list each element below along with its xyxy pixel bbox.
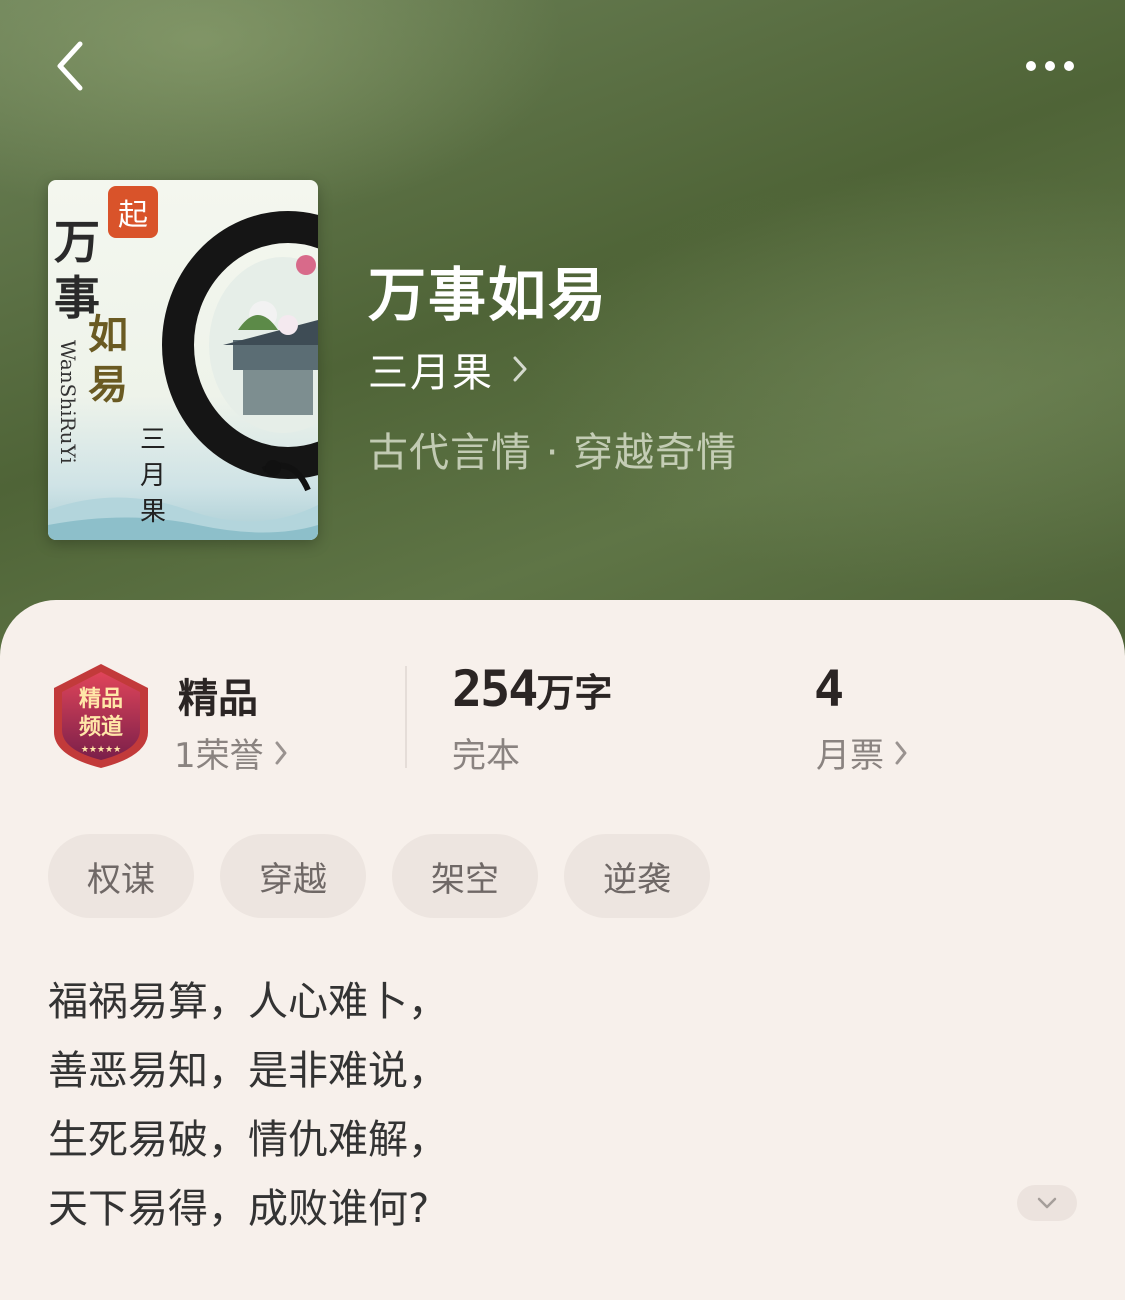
back-button[interactable] (40, 36, 100, 96)
monthly-ticket-link[interactable]: 月票 (816, 728, 908, 777)
author-name: 三月果 (368, 350, 494, 396)
more-dot (1064, 61, 1074, 71)
cover-sub-char: 如 (88, 311, 128, 358)
book-genre: 古代言情 · 穿越奇情 (368, 430, 738, 476)
cover-author: 三 月 果 (140, 422, 180, 530)
cover-author-char: 果 (140, 497, 167, 527)
cover-title-char: 万 (54, 215, 100, 269)
more-horizontal-icon (1026, 61, 1036, 71)
premium-channel-badge-icon[interactable]: 精品 频道 ★★★★★ (48, 660, 154, 770)
honor-count: 1荣誉 (174, 736, 264, 776)
tag-list: 权谋 穿越 架空 逆袭 (48, 834, 710, 918)
cover-author-char: 月 (140, 461, 167, 491)
synopsis-line: 善恶易知，是非难说， (48, 1048, 448, 1094)
chevron-right-icon (513, 356, 527, 382)
honor-label: 精品 (178, 676, 258, 722)
completion-status: 完本 (452, 728, 520, 777)
book-cover[interactable]: 起 万 事 如 易 WanShiRuYi 三 月 果 (48, 180, 318, 540)
word-count-number: 254 (452, 660, 538, 718)
chevron-down-icon (1037, 1197, 1057, 1209)
word-count-unit: 万字 (536, 671, 613, 715)
monthly-ticket-label: 月票 (816, 736, 884, 776)
cover-author-char: 三 (140, 425, 167, 455)
chevron-right-icon (895, 741, 907, 764)
more-options-button[interactable] (1015, 40, 1085, 92)
tag-chip[interactable]: 架空 (392, 834, 538, 918)
tag-chip[interactable]: 逆袭 (564, 834, 710, 918)
word-count: 254万字 (452, 660, 612, 718)
svg-text:精品: 精品 (79, 686, 123, 712)
chevron-left-icon (57, 41, 83, 91)
synopsis-line: 福祸易算，人心难卜， (48, 979, 448, 1025)
synopsis-line: 天下易得，成败谁何? (48, 1186, 430, 1232)
cover-pinyin: WanShiRuYi (56, 340, 80, 464)
synopsis-line: 生死易破，情仇难解， (48, 1117, 448, 1163)
tag-chip[interactable]: 穿越 (220, 834, 366, 918)
book-synopsis: 福祸易算，人心难卜， 善恶易知，是非难说， 生死易破，情仇难解， 天下易得，成败… (48, 968, 1008, 1244)
status-label: 完本 (452, 736, 520, 776)
author-link[interactable]: 三月果 (368, 340, 528, 398)
monthly-ticket-count: 4 (814, 660, 844, 718)
chevron-right-icon (275, 741, 287, 764)
svg-text:★★★★★: ★★★★★ (81, 745, 121, 755)
expand-synopsis-button[interactable] (1017, 1185, 1077, 1221)
cover-sub-char: 易 (88, 361, 128, 408)
stats-divider (405, 666, 407, 768)
cover-subtitle: 如 易 (88, 310, 138, 410)
honor-link[interactable]: 1荣誉 (174, 728, 288, 777)
svg-text:频道: 频道 (79, 714, 123, 740)
more-dot (1045, 61, 1055, 71)
cover-badge: 起 (108, 186, 158, 238)
book-title: 万事如易 (368, 261, 609, 329)
tag-chip[interactable]: 权谋 (48, 834, 194, 918)
